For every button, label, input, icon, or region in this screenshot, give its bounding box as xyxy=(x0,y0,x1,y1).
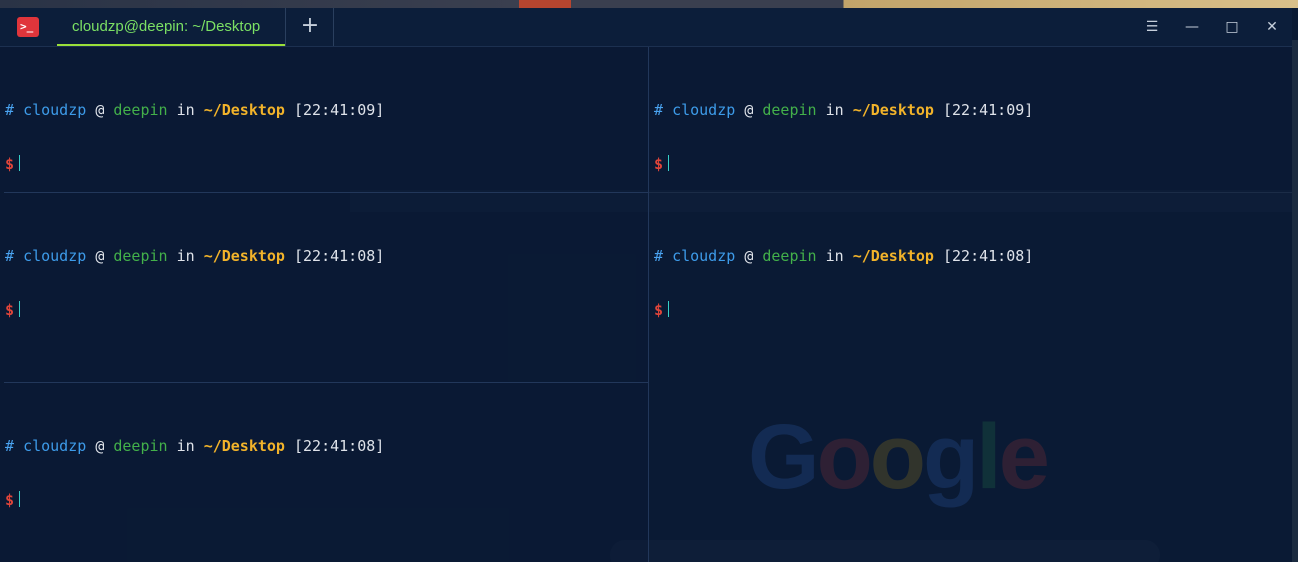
prompt-time: [22:41:09] xyxy=(943,101,1034,119)
prompt-host: deepin xyxy=(113,247,168,265)
prompt-dollar: $ xyxy=(654,155,664,173)
pane-divider-vertical[interactable] xyxy=(648,47,649,562)
terminal-icon[interactable]: >_ xyxy=(17,17,39,37)
text-cursor xyxy=(19,491,21,507)
prompt-hash: # xyxy=(654,101,664,119)
input-line[interactable]: $ xyxy=(5,301,384,319)
menu-button[interactable]: ☰ xyxy=(1140,15,1164,39)
background-google-logo: Google xyxy=(748,406,1050,508)
prompt-in: in xyxy=(825,247,844,265)
prompt-dir: ~/Desktop xyxy=(203,247,285,265)
prompt-dir: ~/Desktop xyxy=(852,101,934,119)
text-cursor xyxy=(668,301,670,317)
input-line[interactable]: $ xyxy=(5,491,384,509)
prompt-host: deepin xyxy=(113,101,168,119)
prompt-line: # cloudzp @ deepin in ~/Desktop [22:41:0… xyxy=(5,437,384,455)
prompt-time: [22:41:09] xyxy=(294,101,385,119)
prompt-user: cloudzp xyxy=(23,247,87,265)
prompt-hash: # xyxy=(654,247,664,265)
prompt-hash: # xyxy=(5,101,15,119)
prompt-line: # cloudzp @ deepin in ~/Desktop [22:41:0… xyxy=(654,101,1033,119)
prompt-dir: ~/Desktop xyxy=(203,101,285,119)
prompt-hash: # xyxy=(5,437,15,455)
prompt-dollar: $ xyxy=(5,155,15,173)
prompt-time: [22:41:08] xyxy=(943,247,1034,265)
pane-divider-horizontal[interactable] xyxy=(4,382,648,383)
prompt-host: deepin xyxy=(762,101,817,119)
tab-active-indicator xyxy=(57,44,285,46)
prompt-user: cloudzp xyxy=(672,247,736,265)
prompt-line: # cloudzp @ deepin in ~/Desktop [22:41:0… xyxy=(654,247,1033,265)
prompt-user: cloudzp xyxy=(23,101,87,119)
maximize-button[interactable]: □ xyxy=(1220,15,1244,39)
prompt-time: [22:41:08] xyxy=(294,247,385,265)
input-line[interactable]: $ xyxy=(5,155,384,173)
prompt-dollar: $ xyxy=(654,301,664,319)
prompt-dir: ~/Desktop xyxy=(852,247,934,265)
text-cursor xyxy=(19,301,21,317)
tab-divider xyxy=(285,8,286,46)
prompt-line: # cloudzp @ deepin in ~/Desktop [22:41:0… xyxy=(5,247,384,265)
prompt-in: in xyxy=(176,101,195,119)
prompt-host: deepin xyxy=(113,437,168,455)
prompt-at: @ xyxy=(95,101,105,119)
prompt-at: @ xyxy=(744,101,754,119)
terminal-pane-top-left[interactable]: # cloudzp @ deepin in ~/Desktop [22:41:0… xyxy=(0,47,648,192)
tab-active-terminal[interactable]: cloudzp@deepin: ~/Desktop xyxy=(57,8,285,46)
prompt-user: cloudzp xyxy=(672,101,736,119)
terminal-pane-bottom-left[interactable]: # cloudzp @ deepin in ~/Desktop [22:41:0… xyxy=(0,383,648,562)
add-tab-button[interactable]: + xyxy=(299,14,321,38)
background-window-strip xyxy=(0,0,1298,8)
prompt-at: @ xyxy=(95,437,105,455)
minimize-button[interactable]: — xyxy=(1180,15,1204,39)
input-line[interactable]: $ xyxy=(654,155,1033,173)
tab-divider xyxy=(333,8,334,46)
text-cursor xyxy=(19,155,21,171)
prompt-line: # cloudzp @ deepin in ~/Desktop [22:41:0… xyxy=(5,101,384,119)
prompt-in: in xyxy=(176,437,195,455)
prompt-time: [22:41:08] xyxy=(294,437,385,455)
prompt-at: @ xyxy=(744,247,754,265)
prompt-in: in xyxy=(825,101,844,119)
background-right-edge xyxy=(1292,40,1298,562)
close-button[interactable]: ✕ xyxy=(1260,15,1284,39)
prompt-hash: # xyxy=(5,247,15,265)
input-line[interactable]: $ xyxy=(654,301,1033,319)
text-cursor xyxy=(668,155,670,171)
terminal-pane-middle-left[interactable]: # cloudzp @ deepin in ~/Desktop [22:41:0… xyxy=(0,193,648,382)
tab-title: cloudzp@deepin: ~/Desktop xyxy=(72,18,261,35)
terminal-titlebar: >_ cloudzp@deepin: ~/Desktop + ☰ — □ ✕ xyxy=(0,8,1292,47)
prompt-user: cloudzp xyxy=(23,437,87,455)
prompt-at: @ xyxy=(95,247,105,265)
prompt-dollar: $ xyxy=(5,301,15,319)
prompt-dollar: $ xyxy=(5,491,15,509)
terminal-pane-top-right[interactable]: # cloudzp @ deepin in ~/Desktop [22:41:0… xyxy=(649,47,1292,192)
pane-divider-horizontal[interactable] xyxy=(4,192,648,193)
prompt-in: in xyxy=(176,247,195,265)
prompt-host: deepin xyxy=(762,247,817,265)
prompt-dir: ~/Desktop xyxy=(203,437,285,455)
terminal-pane-bottom-right[interactable]: # cloudzp @ deepin in ~/Desktop [22:41:0… xyxy=(649,193,1292,562)
